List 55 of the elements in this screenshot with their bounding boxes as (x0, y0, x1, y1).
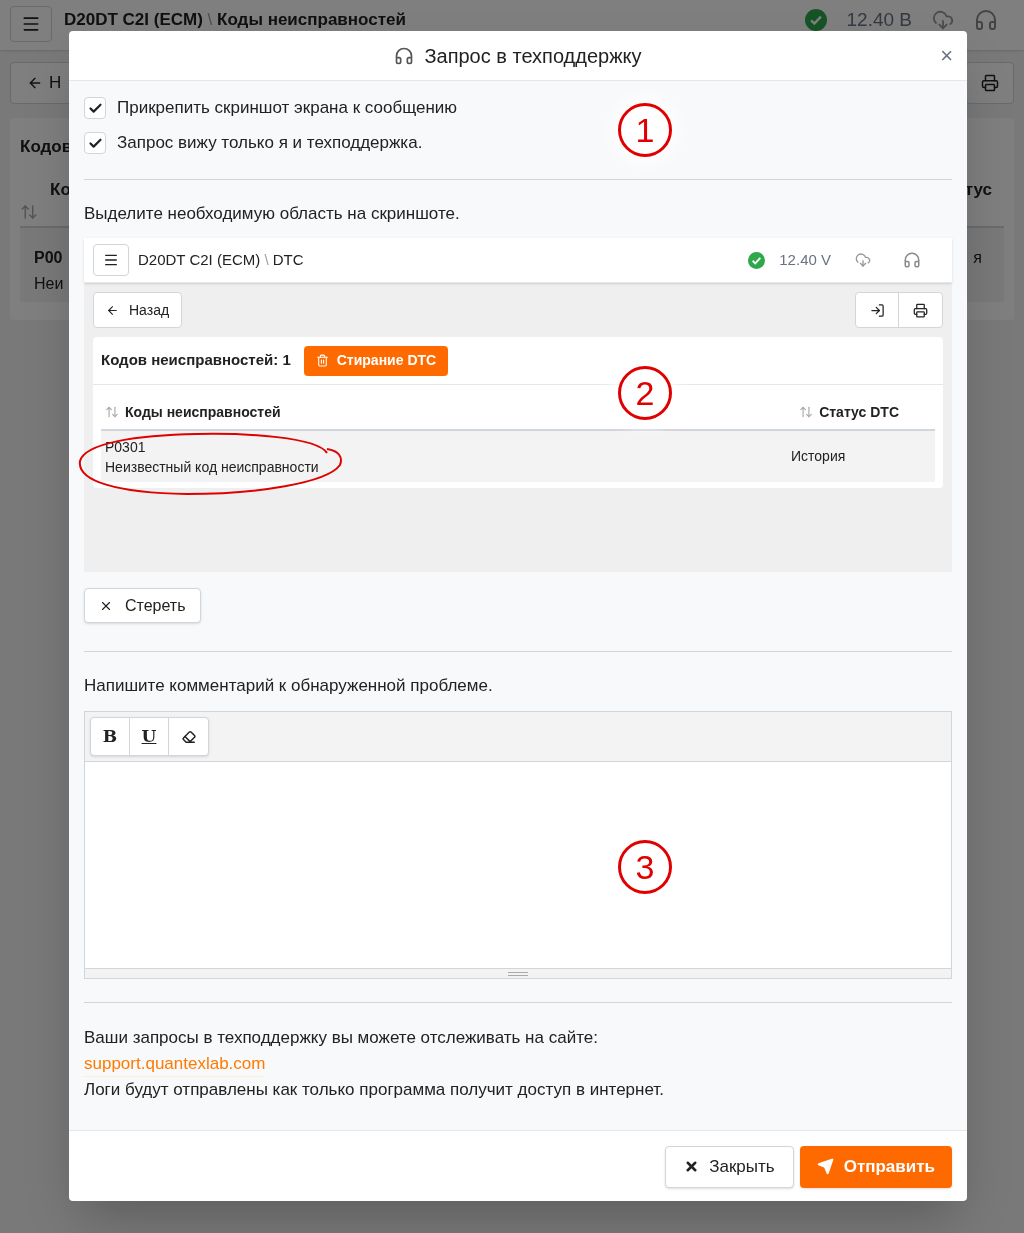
menu-icon (21, 14, 41, 34)
instruction-text: Выделите необходимую область на скриншоте. (84, 204, 461, 224)
table-row[interactable]: P0301 Неизвестный код неисправности История (101, 431, 935, 482)
panel-title: Кодов неисправностей: 1 (101, 350, 291, 371)
paper-plane-icon (816, 1158, 834, 1175)
column-header: Ко (50, 179, 71, 201)
checkbox[interactable] (84, 97, 106, 119)
column-header: тус (964, 179, 992, 201)
annotation-number: 3 (618, 840, 672, 894)
info-text: Логи будут отправлены как только программа получит доступ в интернет. (84, 1079, 664, 1101)
close-button[interactable]: × (940, 39, 953, 72)
sort-icon (20, 203, 38, 221)
dtc-code: P0301 (105, 437, 147, 457)
menu-icon (103, 252, 119, 268)
headset-icon (903, 251, 921, 269)
dtc-code: P00 (34, 248, 63, 268)
breadcrumb-title: D20DT C2I (ECM) \ Коды неисправностей (64, 10, 406, 30)
annotation-number: 1 (618, 103, 672, 157)
checkbox[interactable] (84, 132, 106, 154)
dtc-description: Неи (34, 274, 64, 294)
cloud-icon (932, 9, 954, 32)
headset-icon (394, 45, 415, 66)
voltage-reading: 12.40 V (779, 249, 831, 270)
dtc-status: История (791, 447, 847, 466)
close-button[interactable]: Закрыть (665, 1145, 794, 1188)
dialog-title: Запрос в техподдержку (424, 43, 642, 69)
back-button[interactable]: Назад (93, 292, 183, 328)
comment-editor[interactable]: B U 3 (84, 711, 952, 979)
eraser-icon (181, 729, 196, 744)
menu-button[interactable] (93, 244, 129, 276)
breadcrumb-title: D20DT C2I (ECM) \ DTC (138, 249, 304, 270)
info-text: Ваши запросы в техподдержку вы можете отслеживать на сайте: (84, 1027, 598, 1049)
sort-icon (105, 405, 119, 419)
dtc-description: Неизвестный код неисправности (105, 457, 319, 477)
print-button[interactable] (966, 62, 1014, 104)
trash-icon (315, 354, 329, 367)
cloud-icon (855, 252, 871, 268)
printer-icon (981, 74, 999, 92)
resize-handle[interactable] (85, 968, 951, 978)
comment-instruction: Напишите комментарий к обнаруженной проблеме. (84, 676, 494, 696)
printer-icon (913, 302, 928, 318)
dtc-status: я (973, 248, 982, 268)
bold-button[interactable]: B (91, 718, 130, 755)
column-header: Статус DTC (819, 402, 899, 422)
headset-icon (974, 8, 998, 33)
underline-button[interactable]: U (130, 718, 169, 755)
checkbox-label: Прикрепить скриншот экрана к сообщению (117, 97, 458, 120)
column-header: Коды неисправностей (125, 402, 281, 422)
import-icon (869, 302, 885, 318)
clear-button[interactable]: Стереть (84, 588, 201, 623)
menu-button[interactable] (10, 6, 52, 42)
voltage-reading: 12.40 В (846, 8, 912, 32)
arrow-left-icon (106, 303, 119, 317)
sort-icon (799, 405, 814, 419)
checkbox-label: Запрос вижу только я и техподдержка. (117, 132, 423, 155)
